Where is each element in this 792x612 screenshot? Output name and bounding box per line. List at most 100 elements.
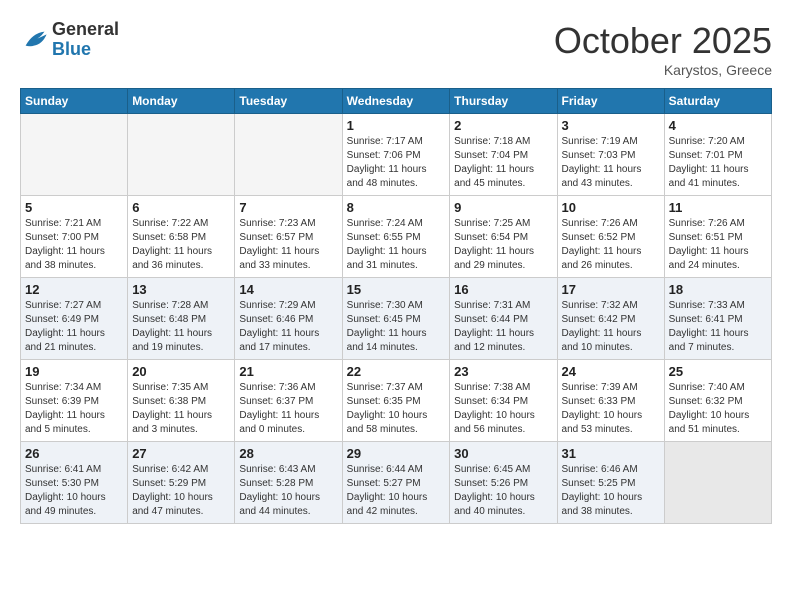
calendar-cell: 28Sunrise: 6:43 AM Sunset: 5:28 PM Dayli… [235,442,342,524]
calendar-cell: 22Sunrise: 7:37 AM Sunset: 6:35 PM Dayli… [342,360,450,442]
weekday-header: Sunday [21,89,128,114]
day-info: Sunrise: 7:29 AM Sunset: 6:46 PM Dayligh… [239,299,337,355]
weekday-header: Monday [128,89,235,114]
day-number: 8 [347,200,446,215]
day-number: 23 [454,364,552,379]
day-number: 2 [454,118,552,133]
calendar-cell: 21 Sunrise: 7:36 AM Sunset: 6:37 PM Dayli… [235,360,342,442]
day-info: Sunrise: 7:20 AM Sunset: 7:01 PM Dayligh… [669,135,767,191]
calendar-cell: 9 Sunrise: 7:25 AM Sunset: 6:54 PM Daylig… [450,196,557,278]
day-info: Sunrise: 7:23 AM Sunset: 6:57 PM Dayligh… [239,217,337,273]
day-info: Sunrise: 6:42 AM Sunset: 5:29 PM Dayligh… [132,463,230,519]
day-info: Sunrise: 7:38 AM Sunset: 6:34 PM Dayligh… [454,381,552,437]
day-info: Sunrise: 6:45 AM Sunset: 5:26 PM Dayligh… [454,463,552,519]
calendar-week-row: 1Sunrise: 7:17 AM Sunset: 7:06 PM Daylig… [21,114,772,196]
day-info: Sunrise: 7:18 AM Sunset: 7:04 PM Dayligh… [454,135,552,191]
day-number: 11 [669,200,767,215]
day-info: Sunrise: 7:30 AM Sunset: 6:45 PM Dayligh… [347,299,446,355]
day-number: 12 [25,282,123,297]
page-header: General Blue October 2025 Karystos, Gree… [20,20,772,78]
logo-text: General Blue [52,20,119,60]
calendar-cell: 20 Sunrise: 7:35 AM Sunset: 6:38 PM Dayli… [128,360,235,442]
day-number: 4 [669,118,767,133]
calendar-cell [235,114,342,196]
weekday-header: Tuesday [235,89,342,114]
day-info: Sunrise: 7:21 AM Sunset: 7:00 PM Dayligh… [25,217,123,273]
calendar-cell: 19 Sunrise: 7:34 AM Sunset: 6:39 PM Dayli… [21,360,128,442]
calendar-cell: 1Sunrise: 7:17 AM Sunset: 7:06 PM Daylig… [342,114,450,196]
day-info: Sunrise: 7:34 AM Sunset: 6:39 PM Dayligh… [25,381,123,437]
day-info: Sunrise: 7:22 AM Sunset: 6:58 PM Dayligh… [132,217,230,273]
day-number: 29 [347,446,446,461]
logo-general: General [52,20,119,40]
day-info: Sunrise: 7:28 AM Sunset: 6:48 PM Dayligh… [132,299,230,355]
day-info: Sunrise: 7:35 AM Sunset: 6:38 PM Dayligh… [132,381,230,437]
day-info: Sunrise: 7:33 AM Sunset: 6:41 PM Dayligh… [669,299,767,355]
day-number: 14 [239,282,337,297]
day-number: 6 [132,200,230,215]
day-number: 7 [239,200,337,215]
calendar-cell [128,114,235,196]
calendar-cell: 13 Sunrise: 7:28 AM Sunset: 6:48 PM Dayli… [128,278,235,360]
month-title: October 2025 [554,20,772,62]
calendar-cell: 11 Sunrise: 7:26 AM Sunset: 6:51 PM Dayli… [664,196,771,278]
day-info: Sunrise: 7:26 AM Sunset: 6:51 PM Dayligh… [669,217,767,273]
weekday-header: Saturday [664,89,771,114]
calendar-cell: 6 Sunrise: 7:22 AM Sunset: 6:58 PM Daylig… [128,196,235,278]
day-info: Sunrise: 7:25 AM Sunset: 6:54 PM Dayligh… [454,217,552,273]
logo-blue: Blue [52,40,119,60]
calendar-cell [664,442,771,524]
logo: General Blue [20,20,119,60]
day-info: Sunrise: 7:36 AM Sunset: 6:37 PM Dayligh… [239,381,337,437]
calendar-cell: 4 Sunrise: 7:20 AM Sunset: 7:01 PM Daylig… [664,114,771,196]
calendar-table: SundayMondayTuesdayWednesdayThursdayFrid… [20,88,772,524]
day-info: Sunrise: 7:40 AM Sunset: 6:32 PM Dayligh… [669,381,767,437]
calendar-week-row: 26Sunrise: 6:41 AM Sunset: 5:30 PM Dayli… [21,442,772,524]
calendar-cell: 27Sunrise: 6:42 AM Sunset: 5:29 PM Dayli… [128,442,235,524]
calendar-cell: 17Sunrise: 7:32 AM Sunset: 6:42 PM Dayli… [557,278,664,360]
day-number: 28 [239,446,337,461]
day-info: Sunrise: 7:37 AM Sunset: 6:35 PM Dayligh… [347,381,446,437]
calendar-cell: 12Sunrise: 7:27 AM Sunset: 6:49 PM Dayli… [21,278,128,360]
calendar-cell: 2 Sunrise: 7:18 AM Sunset: 7:04 PM Daylig… [450,114,557,196]
day-info: Sunrise: 7:31 AM Sunset: 6:44 PM Dayligh… [454,299,552,355]
logo-icon [20,26,48,54]
calendar-week-row: 12Sunrise: 7:27 AM Sunset: 6:49 PM Dayli… [21,278,772,360]
title-block: October 2025 Karystos, Greece [554,20,772,78]
calendar-cell: 30 Sunrise: 6:45 AM Sunset: 5:26 PM Dayli… [450,442,557,524]
calendar-week-row: 19 Sunrise: 7:34 AM Sunset: 6:39 PM Dayli… [21,360,772,442]
day-number: 16 [454,282,552,297]
calendar-cell: 5 Sunrise: 7:21 AM Sunset: 7:00 PM Daylig… [21,196,128,278]
day-number: 17 [562,282,660,297]
day-number: 20 [132,364,230,379]
calendar-cell: 25 Sunrise: 7:40 AM Sunset: 6:32 PM Dayli… [664,360,771,442]
calendar-cell: 26Sunrise: 6:41 AM Sunset: 5:30 PM Dayli… [21,442,128,524]
calendar-cell: 10 Sunrise: 7:26 AM Sunset: 6:52 PM Dayli… [557,196,664,278]
calendar-cell: 31 Sunrise: 6:46 AM Sunset: 5:25 PM Dayli… [557,442,664,524]
day-number: 24 [562,364,660,379]
day-number: 5 [25,200,123,215]
day-info: Sunrise: 7:24 AM Sunset: 6:55 PM Dayligh… [347,217,446,273]
calendar-cell: 24 Sunrise: 7:39 AM Sunset: 6:33 PM Dayli… [557,360,664,442]
day-number: 30 [454,446,552,461]
day-number: 15 [347,282,446,297]
day-number: 19 [25,364,123,379]
calendar-cell: 29 Sunrise: 6:44 AM Sunset: 5:27 PM Dayli… [342,442,450,524]
calendar-cell: 3 Sunrise: 7:19 AM Sunset: 7:03 PM Daylig… [557,114,664,196]
calendar-cell: 8 Sunrise: 7:24 AM Sunset: 6:55 PM Daylig… [342,196,450,278]
day-number: 31 [562,446,660,461]
day-info: Sunrise: 7:19 AM Sunset: 7:03 PM Dayligh… [562,135,660,191]
day-number: 21 [239,364,337,379]
day-number: 13 [132,282,230,297]
day-info: Sunrise: 7:39 AM Sunset: 6:33 PM Dayligh… [562,381,660,437]
day-number: 25 [669,364,767,379]
calendar-cell: 16 Sunrise: 7:31 AM Sunset: 6:44 PM Dayli… [450,278,557,360]
day-number: 10 [562,200,660,215]
day-number: 9 [454,200,552,215]
day-info: Sunrise: 6:46 AM Sunset: 5:25 PM Dayligh… [562,463,660,519]
day-number: 3 [562,118,660,133]
calendar-cell: 7 Sunrise: 7:23 AM Sunset: 6:57 PM Daylig… [235,196,342,278]
day-info: Sunrise: 6:44 AM Sunset: 5:27 PM Dayligh… [347,463,446,519]
weekday-header-row: SundayMondayTuesdayWednesdayThursdayFrid… [21,89,772,114]
day-info: Sunrise: 7:26 AM Sunset: 6:52 PM Dayligh… [562,217,660,273]
